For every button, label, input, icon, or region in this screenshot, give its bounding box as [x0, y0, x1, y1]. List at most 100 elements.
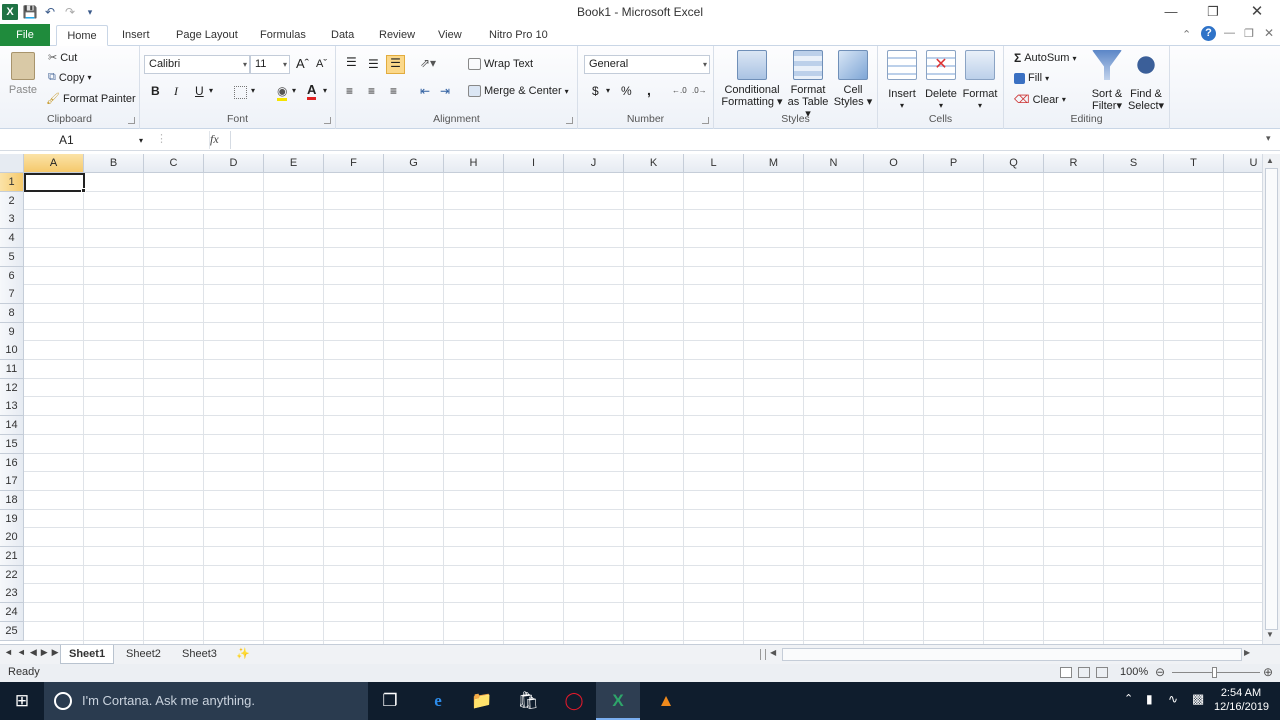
column-header-e[interactable]: E — [264, 154, 324, 173]
zoom-level[interactable]: 100% — [1120, 666, 1148, 678]
fill-button[interactable]: Fill ▾ — [1014, 72, 1049, 84]
fill-color-icon[interactable]: ◉ — [277, 84, 288, 101]
delete-cells-button[interactable]: ✕ Delete ▾ — [921, 50, 961, 112]
row-header-23[interactable]: 23 — [0, 584, 24, 604]
worksheet-grid[interactable]: ABCDEFGHIJKLMNOPQRSTU 1 2 3 4 5 6 7 8 9 10 11 12 13 1… — [0, 154, 1262, 644]
vlc-icon[interactable]: ▲ — [644, 682, 688, 720]
column-header-p[interactable]: P — [924, 154, 984, 173]
format-cells-button[interactable]: Format ▾ — [960, 50, 1000, 112]
currency-button[interactable]: $ — [592, 84, 599, 98]
column-header-k[interactable]: K — [624, 154, 684, 173]
chevron-down-icon[interactable]: ▾ — [323, 86, 327, 95]
align-center-icon[interactable]: ≡ — [368, 84, 375, 98]
file-explorer-icon[interactable]: 📁 — [460, 682, 504, 720]
column-header-h[interactable]: H — [444, 154, 504, 173]
decrease-indent-icon[interactable]: ⇤ — [420, 84, 430, 98]
column-header-f[interactable]: F — [324, 154, 384, 173]
name-box[interactable]: A1 ▾ — [2, 131, 148, 149]
zoom-out-icon[interactable]: ⊖ — [1155, 665, 1165, 679]
insert-cells-button[interactable]: Insert ▾ — [882, 50, 922, 112]
column-header-i[interactable]: I — [504, 154, 564, 173]
column-header-u[interactable]: U — [1224, 154, 1262, 173]
wrap-text-button[interactable]: Wrap Text — [468, 58, 533, 70]
column-header-b[interactable]: B — [84, 154, 144, 173]
underline-button[interactable]: U — [195, 84, 204, 98]
format-painter-button[interactable]: 🖌 Format Painter — [46, 92, 136, 106]
percent-button[interactable]: % — [621, 84, 632, 98]
sheet-tab-1[interactable]: Sheet1 — [60, 645, 115, 664]
column-header-q[interactable]: Q — [984, 154, 1044, 173]
battery-icon[interactable]: ▮ — [1146, 692, 1153, 706]
show-hidden-icons-icon[interactable]: ⌃ — [1124, 692, 1133, 705]
bold-button[interactable]: B — [151, 84, 160, 98]
decrease-decimal-icon[interactable]: .0→ — [692, 86, 707, 95]
tab-nitro-pro[interactable]: Nitro Pro 10 — [481, 25, 556, 46]
number-launcher-icon[interactable] — [702, 117, 709, 124]
tab-view[interactable]: View — [430, 25, 470, 46]
row-header-1[interactable]: 1 — [0, 173, 24, 192]
orientation-icon[interactable]: ⇗▾ — [420, 56, 436, 70]
comma-button[interactable]: , — [647, 82, 651, 98]
align-bottom-icon[interactable]: ☰ — [386, 55, 405, 74]
increase-indent-icon[interactable]: ⇥ — [440, 84, 450, 98]
column-header-d[interactable]: D — [204, 154, 264, 173]
minimize-button[interactable]: — — [1150, 0, 1192, 24]
normal-view-icon[interactable] — [1060, 667, 1072, 678]
align-right-icon[interactable]: ≡ — [390, 84, 397, 98]
insert-sheet-icon[interactable]: ✨ — [236, 647, 250, 660]
minimize-ribbon-icon[interactable]: ⌃ — [1182, 28, 1191, 41]
column-header-t[interactable]: T — [1164, 154, 1224, 173]
row-header-8[interactable]: 8 — [0, 303, 24, 323]
tab-data[interactable]: Data — [323, 25, 362, 46]
workbook-restore-icon[interactable]: ❐ — [1244, 27, 1254, 40]
cortana-search-box[interactable]: I'm Cortana. Ask me anything. — [44, 682, 368, 720]
row-header-22[interactable]: 22 — [0, 565, 24, 585]
clear-button[interactable]: ⌫ Clear ▾ — [1014, 93, 1066, 107]
zoom-slider-thumb[interactable] — [1212, 667, 1217, 678]
insert-function-button[interactable]: fx — [210, 132, 219, 147]
tab-review[interactable]: Review — [371, 25, 423, 46]
column-header-a[interactable]: A — [24, 154, 84, 173]
horizontal-scroll-thumb[interactable] — [782, 648, 1242, 661]
windows-start-icon[interactable]: ⊞ — [0, 682, 44, 720]
edge-icon[interactable]: e — [416, 682, 460, 720]
clipboard-launcher-icon[interactable] — [128, 117, 135, 124]
row-header-24[interactable]: 24 — [0, 603, 24, 623]
formula-input[interactable] — [230, 131, 1264, 149]
restore-button[interactable]: ❐ — [1192, 0, 1234, 24]
tab-home[interactable]: Home — [56, 25, 108, 46]
sort-filter-button[interactable]: Sort & Filter▾ — [1088, 50, 1126, 112]
row-header-25[interactable]: 25 — [0, 621, 24, 641]
page-break-view-icon[interactable] — [1096, 667, 1108, 678]
row-header-21[interactable]: 21 — [0, 547, 24, 566]
shrink-font-icon[interactable]: Aˇ — [316, 58, 327, 70]
row-header-18[interactable]: 18 — [0, 490, 24, 510]
opera-icon[interactable]: ◯ — [552, 682, 596, 720]
tab-file[interactable]: File — [0, 24, 50, 46]
row-header-19[interactable]: 19 — [0, 509, 24, 529]
conditional-formatting-button[interactable]: Conditional Formatting ▾ — [718, 50, 786, 108]
close-button[interactable]: ✕ — [1236, 0, 1278, 24]
scroll-down-icon[interactable]: ▼ — [1266, 630, 1274, 639]
scroll-up-icon[interactable]: ▲ — [1266, 156, 1274, 165]
column-header-j[interactable]: J — [564, 154, 624, 173]
select-all-button[interactable] — [0, 154, 24, 173]
excel-taskbar-icon[interactable]: X — [596, 682, 640, 720]
column-header-r[interactable]: R — [1044, 154, 1104, 173]
workbook-close-icon[interactable]: ✕ — [1264, 26, 1274, 40]
active-cell[interactable] — [24, 173, 85, 192]
merge-center-button[interactable]: Merge & Center ▾ — [468, 85, 569, 97]
number-format-select[interactable]: General ▾ — [584, 55, 710, 74]
sheet-tab-2[interactable]: Sheet2 — [118, 645, 169, 664]
font-size-select[interactable]: 11 ▾ — [250, 55, 290, 74]
find-select-button[interactable]: Find & Select▾ — [1126, 50, 1166, 112]
font-launcher-icon[interactable] — [324, 117, 331, 124]
borders-icon[interactable] — [234, 86, 247, 99]
row-header-12[interactable]: 12 — [0, 378, 24, 398]
copy-button[interactable]: ⧉ Copy ▾ — [48, 71, 92, 84]
clock[interactable]: 2:54 AM 12/16/2019 — [1214, 686, 1269, 714]
align-left-icon[interactable]: ≡ — [346, 84, 353, 98]
page-layout-view-icon[interactable] — [1078, 667, 1090, 678]
scroll-thumb[interactable] — [1265, 168, 1278, 630]
chevron-down-icon[interactable]: ▾ — [606, 86, 610, 95]
